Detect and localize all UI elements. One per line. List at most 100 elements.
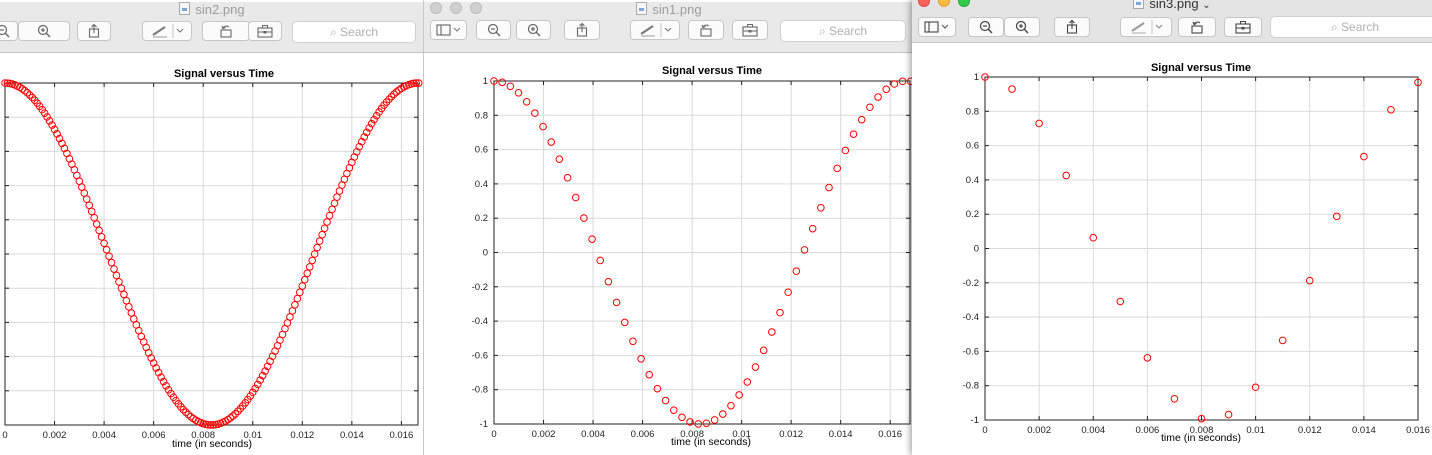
data-point <box>1170 394 1179 403</box>
zoom-out-button[interactable] <box>0 21 18 41</box>
data-point <box>817 203 825 212</box>
data-point <box>629 337 637 346</box>
sidebar-icon <box>435 24 460 36</box>
data-point <box>833 164 842 173</box>
data-point <box>1062 171 1070 180</box>
x-tick-label: 0.014 <box>829 429 853 440</box>
zoom-out-button[interactable] <box>476 20 511 40</box>
toolbox-button[interactable] <box>732 20 768 40</box>
y-tick-label: 1 <box>483 76 488 87</box>
data-point <box>637 355 645 363</box>
x-tick-label: 0.006 <box>142 430 166 441</box>
rotate-button[interactable] <box>202 21 250 41</box>
data-point <box>825 183 833 192</box>
y-tick-label: -0.6 <box>472 350 488 361</box>
data-point <box>612 298 621 307</box>
data-point <box>604 277 613 286</box>
toolbox-icon <box>257 25 273 38</box>
data-point <box>328 205 336 214</box>
toolbox-button[interactable] <box>1224 17 1262 37</box>
rotate-icon <box>1191 21 1203 34</box>
signal-chart: 0 0.002 0.004 0.006 0.008 0.01 0.012 0.014 0.016… <box>963 62 1430 444</box>
data-point <box>115 278 123 286</box>
signal-chart: 0 0.002 0.004 0.006 0.008 0.01 0.012 0.014 0.016… <box>472 65 914 448</box>
sidebar-toggle-button[interactable] <box>430 20 467 40</box>
data-point <box>95 226 103 235</box>
x-tick-label: 0.014 <box>340 430 364 441</box>
data-point <box>874 93 882 101</box>
zoom-in-button[interactable] <box>18 21 70 41</box>
data-point <box>890 80 899 88</box>
y-tick-label: -0.8 <box>963 381 979 392</box>
titlebar[interactable]: sin1.png ⌕ Search <box>424 2 914 53</box>
toolbox-icon <box>1235 21 1251 34</box>
share-icon <box>88 23 100 38</box>
data-point <box>107 258 116 267</box>
share-button[interactable] <box>77 21 111 41</box>
file-icon <box>179 2 191 15</box>
x-tick-label: 0.002 <box>532 429 556 440</box>
rotate-button[interactable] <box>1178 17 1216 37</box>
search-input[interactable]: ⌕ Search <box>1270 16 1432 38</box>
pen-chevron-icon <box>1131 20 1163 34</box>
y-tick-label: -1 <box>480 419 488 430</box>
data-point <box>710 416 719 424</box>
search-input[interactable]: ⌕ Search <box>292 21 416 43</box>
zoom-in-button[interactable] <box>1004 17 1040 37</box>
x-tick-label: 0.016 <box>1406 425 1430 436</box>
zoom-out-button[interactable] <box>968 17 1004 37</box>
data-point <box>547 138 555 146</box>
markup-button[interactable] <box>630 20 680 40</box>
y-tick-label: 0.8 <box>475 110 488 121</box>
data-point <box>85 201 94 210</box>
rotate-button[interactable] <box>688 20 724 40</box>
search-icon: ⌕ <box>818 24 826 38</box>
titlebar[interactable]: sin2.png ⌕ Search <box>0 2 424 53</box>
data-point <box>620 318 629 327</box>
x-tick-label: 0 <box>982 425 987 436</box>
y-tick-label: 0 <box>974 244 979 255</box>
search-icon: ⌕ <box>329 25 337 39</box>
data-point <box>308 256 317 265</box>
x-tick-label: 0 <box>2 430 7 441</box>
zoom-in-icon <box>1015 20 1029 34</box>
chart-title: Signal versus Time <box>174 68 274 80</box>
y-tick-label: 1 <box>974 72 979 83</box>
data-point <box>305 263 314 271</box>
search-icon: ⌕ <box>1330 20 1338 34</box>
data-point <box>313 243 321 252</box>
zoom-in-icon <box>527 23 540 37</box>
window-sin3[interactable]: sin3.png ⌄ ⌕ Search 0 0.002 0.004 0.006 0.00… <box>912 0 1432 455</box>
y-tick-label: -1 <box>971 415 979 426</box>
search-input[interactable]: ⌕ Search <box>780 20 906 42</box>
share-button[interactable] <box>1054 17 1090 37</box>
data-point <box>849 130 858 138</box>
data-point <box>808 224 817 233</box>
window-sin2[interactable]: sin2.png ⌕ Search 0 0.002 0.004 0.006 0.008 0… <box>0 0 424 455</box>
data-point <box>882 85 891 94</box>
data-point <box>1116 297 1125 306</box>
data-point <box>784 288 792 297</box>
markup-button[interactable] <box>142 21 192 41</box>
y-tick-label: -0.8 <box>472 385 488 396</box>
data-point <box>727 401 735 410</box>
window-sin1[interactable]: sin1.png ⌕ Search 0 0.002 0.004 0.006 0.008 0… <box>424 0 914 455</box>
x-tick-label: 0.012 <box>779 429 803 440</box>
zoom-out-icon <box>0 24 10 38</box>
data-point <box>110 265 118 273</box>
title-chevron-icon[interactable]: ⌄ <box>1202 0 1210 11</box>
signal-chart: 0 0.002 0.004 0.006 0.008 0.01 0.012 0.014 0.016… <box>1 68 423 450</box>
data-point <box>588 235 596 243</box>
markup-button[interactable] <box>1120 17 1172 37</box>
zoom-out-icon <box>487 23 500 37</box>
titlebar[interactable]: sin3.png ⌄ ⌕ Search <box>912 0 1432 43</box>
data-point <box>702 419 711 428</box>
x-tick-label: 0.006 <box>1135 425 1159 436</box>
x-tick-label: 0.01 <box>1246 425 1265 436</box>
toolbox-button[interactable] <box>248 21 282 41</box>
zoom-in-button[interactable] <box>516 20 551 40</box>
data-point <box>563 173 572 182</box>
data-point <box>645 370 654 379</box>
share-button[interactable] <box>564 20 600 40</box>
sidebar-toggle-button[interactable] <box>918 17 956 37</box>
